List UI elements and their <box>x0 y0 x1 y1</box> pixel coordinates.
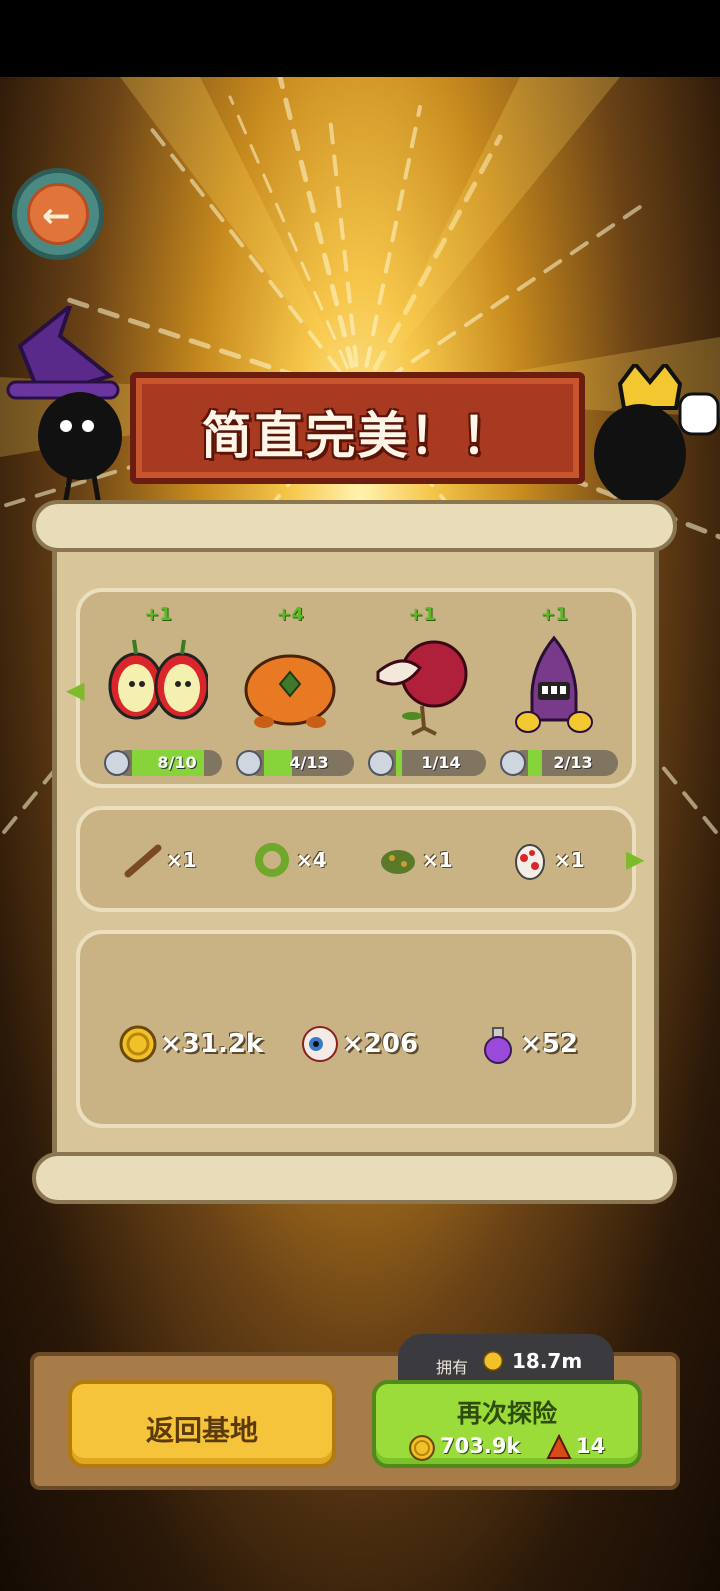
progress-text: 4/13 <box>289 753 329 772</box>
skull-icon <box>368 750 394 776</box>
eyeball-icon <box>302 1026 338 1062</box>
skull-icon <box>236 750 262 776</box>
resource-count: ×31.2k <box>160 1029 264 1059</box>
gold-coin-icon <box>119 1025 157 1063</box>
scroll-left-arrow-icon[interactable]: ◀ <box>66 676 84 704</box>
gold-coin-icon <box>409 1435 435 1461</box>
monster-plus: +4 <box>276 604 304 625</box>
gold-reward: ×31.2k <box>118 1024 263 1068</box>
explore-ticket-count: 14 <box>576 1434 606 1458</box>
explore-cost: 703.9k <box>440 1434 521 1458</box>
status-bar <box>0 0 720 77</box>
collection-progress-bar: 4/13 <box>246 750 354 776</box>
collection-progress-bar: 8/10 <box>114 750 222 776</box>
robot-monster-icon <box>515 635 593 733</box>
flytrap-plant-monster-icon <box>376 640 468 736</box>
item-count: ×1 <box>422 848 453 872</box>
monster-card[interactable]: +1 2/13 <box>488 604 620 794</box>
back-button[interactable]: ← <box>12 168 104 260</box>
king-character-icon <box>594 364 720 516</box>
collection-progress-bar: 2/13 <box>510 750 618 776</box>
owned-gold-display: 拥有 18.7m <box>398 1334 614 1386</box>
gold-coin-icon <box>482 1350 504 1372</box>
resource-count: ×52 <box>520 1029 578 1059</box>
skull-icon <box>500 750 526 776</box>
monster-card[interactable]: +1 8/10 <box>92 604 224 794</box>
monster-plus: +1 <box>408 604 436 625</box>
herb-bundle-icon <box>381 850 415 874</box>
orange-blob-monster-icon <box>244 654 336 728</box>
potion-icon <box>484 1027 512 1064</box>
collection-progress-bar: 1/14 <box>378 750 486 776</box>
item-count: ×1 <box>166 848 197 872</box>
monster-plus: +1 <box>540 604 568 625</box>
item-count: ×4 <box>296 848 327 872</box>
result-title: 简直完美！！ <box>201 407 514 465</box>
item-reward[interactable]: ×1 <box>122 840 212 880</box>
scroll-top-roll <box>32 500 677 552</box>
result-banner: 简直完美！！ <box>130 372 585 484</box>
ticket-triangle-icon <box>546 1434 572 1459</box>
monster-card[interactable]: +4 4/13 <box>224 604 356 794</box>
return-base-label: 返回基地 <box>145 1414 258 1447</box>
item-reward[interactable]: ×1 <box>378 840 468 880</box>
back-arrow-icon: ← <box>42 196 71 236</box>
item-reward[interactable]: ×1 <box>510 840 600 880</box>
owned-value: 18.7m <box>512 1349 583 1373</box>
progress-text: 1/14 <box>421 753 461 772</box>
scroll-right-arrow-icon[interactable]: ▶ <box>626 845 644 873</box>
eyeball-reward: ×206 <box>300 1024 420 1068</box>
spotted-egg-icon <box>515 844 545 880</box>
item-reward[interactable]: ×4 <box>252 840 342 880</box>
monster-plus: +1 <box>144 604 172 625</box>
stick-icon <box>124 844 162 878</box>
explore-again-label: 再次探险 <box>456 1399 557 1428</box>
progress-text: 2/13 <box>553 753 593 772</box>
monster-card[interactable]: +1 1/14 <box>356 604 488 794</box>
explore-again-button[interactable]: 再次探险 703.9k 14 <box>372 1380 642 1468</box>
return-base-button[interactable]: 返回基地 <box>68 1380 336 1468</box>
potion-reward: ×52 <box>478 1024 588 1068</box>
witch-character-icon <box>6 306 122 512</box>
owned-label: 拥有 <box>436 1358 469 1377</box>
item-count: ×1 <box>554 848 585 872</box>
skull-icon <box>104 750 130 776</box>
progress-text: 8/10 <box>157 753 197 772</box>
resource-count: ×206 <box>342 1029 419 1059</box>
scroll-bottom-roll <box>32 1152 677 1204</box>
green-wreath-icon <box>255 843 289 877</box>
apple-halves-monster-icon <box>108 639 208 720</box>
